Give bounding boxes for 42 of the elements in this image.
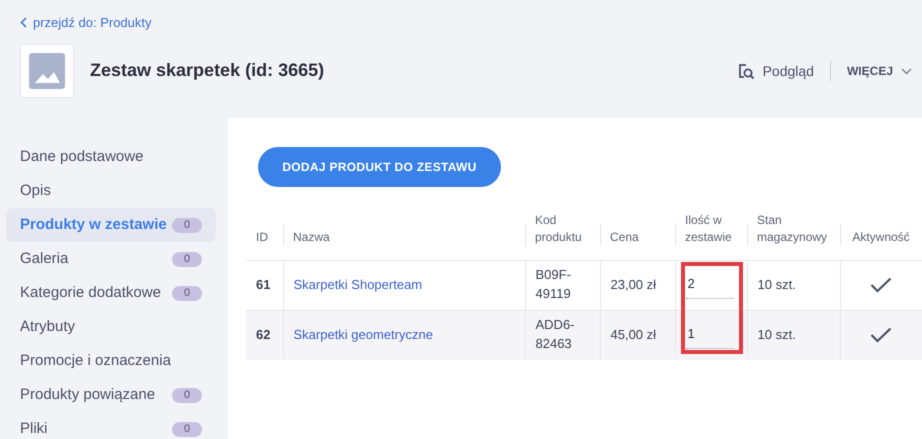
price: 45,00 zł <box>610 326 656 342</box>
sidebar-item[interactable]: Dane podstawowe <box>6 140 216 174</box>
column-header: Nazwa <box>293 230 330 244</box>
column-header: Kod produktu <box>535 212 582 244</box>
chevron-left-icon <box>20 17 27 28</box>
product-code: B09F-49119 <box>536 267 571 301</box>
back-link[interactable]: przejdź do: Produkty <box>20 12 152 32</box>
count-badge: 0 <box>172 388 202 402</box>
count-badge: 0 <box>172 252 202 266</box>
column-header: Stan magazynowy <box>757 212 828 244</box>
product-link[interactable]: Skarpetki geometryczne <box>294 326 433 342</box>
chevron-down-icon <box>901 68 912 74</box>
image-icon <box>29 53 65 89</box>
quantity-field[interactable]: 2 <box>686 271 734 299</box>
sidebar-item[interactable]: Kategorie dodatkowe 0 <box>6 276 216 310</box>
product-code: ADD6-82463 <box>536 317 575 352</box>
price: 23,00 zł <box>610 276 656 292</box>
preview-link[interactable]: Podgląd <box>738 60 814 82</box>
sidebar-item[interactable]: Promocje i oznaczenia <box>6 344 216 378</box>
count-badge: 0 <box>172 422 202 436</box>
row-id: 62 <box>256 326 270 342</box>
row-id: 61 <box>256 276 270 292</box>
sidebar-item[interactable]: Produkty powiązane 0 <box>6 378 216 412</box>
quantity-field[interactable]: 1 <box>686 321 734 350</box>
stock-level: 10 szt. <box>758 276 796 292</box>
column-header: Aktywność <box>852 230 910 244</box>
column-header: Cena <box>610 230 639 244</box>
column-header: Ilość w zestawie <box>685 212 732 244</box>
count-badge: 0 <box>172 286 202 300</box>
sidebar-item[interactable]: Pliki 0 <box>6 412 216 439</box>
stock-level: 10 szt. <box>758 326 796 342</box>
sidebar-item[interactable]: Galeria 0 <box>6 242 216 276</box>
product-link[interactable]: Skarpetki Shoperteam <box>294 276 422 292</box>
product-title: Zestaw skarpetek (id: 3665) <box>90 60 324 82</box>
sidebar-item[interactable]: Atrybuty <box>6 310 216 344</box>
sidebar-item[interactable]: Produkty w zestawie 0 <box>6 208 216 242</box>
count-badge: 0 <box>172 218 202 232</box>
preview-icon <box>738 62 755 80</box>
column-header: ID <box>256 230 268 244</box>
more-menu[interactable]: WIĘCEJ <box>846 62 912 80</box>
add-product-button[interactable]: DODAJ PRODUKT DO ZESTAWU <box>258 147 501 187</box>
sidebar-item[interactable]: Opis <box>6 174 216 208</box>
